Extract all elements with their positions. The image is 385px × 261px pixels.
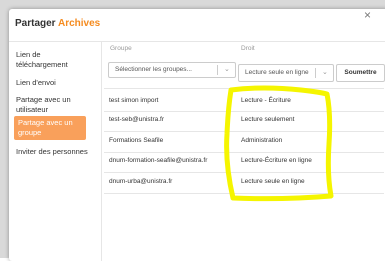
nav-invite-people[interactable]: Inviter des personnes — [12, 145, 92, 159]
nav-share-group[interactable]: Partage avec un groupe — [14, 116, 86, 140]
permission-select[interactable]: Lecture seule en ligne ⌄ — [238, 64, 334, 82]
group-name: test simon import — [109, 97, 159, 104]
group-name: test-seb@unistra.fr — [109, 116, 165, 123]
highlight-annotation — [224, 85, 334, 202]
group-name: dnum-urba@unistra.fr — [109, 178, 173, 185]
group-select[interactable]: Sélectionner les groupes... ⌄ — [108, 62, 236, 78]
close-icon[interactable]: × — [364, 8, 371, 22]
nav-upload-link[interactable]: Lien d'envoi — [12, 76, 92, 90]
dialog-header: Partager Archives — [9, 9, 385, 42]
select-divider — [217, 65, 218, 75]
permission-select-value: Lecture seule en ligne — [245, 69, 309, 76]
nav-share-user[interactable]: Partage avec un utilisateur — [12, 93, 92, 117]
library-name: Archives — [57, 18, 101, 29]
nav-download-link[interactable]: Lien de téléchargement — [12, 48, 92, 72]
group-column-header: Groupe — [110, 45, 132, 52]
select-divider — [315, 68, 316, 78]
chevron-down-icon: ⌄ — [224, 66, 230, 73]
group-select-placeholder: Sélectionner les groupes... — [115, 66, 192, 73]
group-name: dnum-formation-seafile@unistra.fr — [109, 157, 208, 164]
group-name: Formations Seafile — [109, 137, 164, 144]
right-column-header: Droit — [241, 45, 255, 52]
title-prefix: Partager — [15, 18, 58, 29]
chevron-down-icon: ⌄ — [322, 69, 328, 76]
dialog-title: Partager Archives — [15, 18, 100, 29]
submit-button[interactable]: Soumettre — [336, 64, 385, 82]
